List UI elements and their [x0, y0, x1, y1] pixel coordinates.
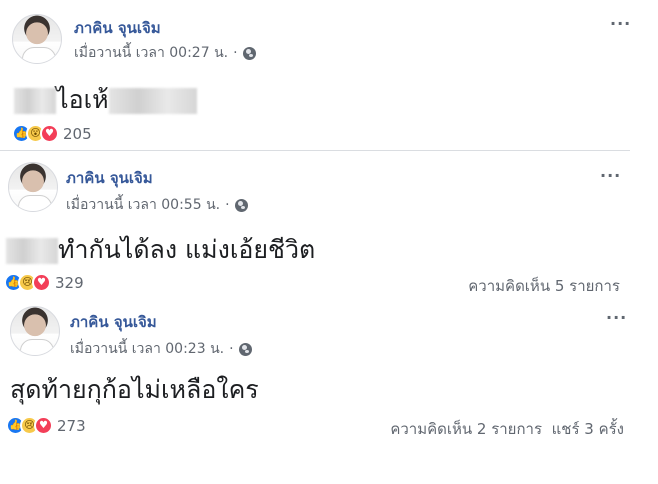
redacted-blur	[14, 88, 56, 114]
reaction-count[interactable]: 273	[57, 417, 86, 435]
reactions-bar[interactable]: 👍 😢 ♥ 329	[4, 273, 84, 292]
comment-count[interactable]: ความคิดเห็น 2 รายการ	[390, 420, 542, 438]
post-text-content: ทำกันได้ลง แม่งเอ้ยชีวิต	[58, 235, 316, 264]
love-reaction-icon: ♥	[32, 273, 51, 292]
author-avatar[interactable]	[8, 162, 58, 212]
meta-separator: ·	[225, 197, 230, 213]
timestamp[interactable]: เมื่อวานนี้ เวลา 00:23 น.	[70, 338, 224, 360]
reaction-count[interactable]: 205	[63, 125, 92, 143]
post-meta: เมื่อวานนี้ เวลา 00:23 น. ·	[70, 338, 252, 360]
author-name[interactable]: ภาคิน จุนเจิม	[66, 166, 153, 190]
author-name[interactable]: ภาคิน จุนเจิม	[70, 310, 157, 334]
post-text: ทำกันได้ลง แม่งเอ้ยชีวิต	[6, 230, 315, 270]
post-meta: เมื่อวานนี้ เวลา 00:55 น. ·	[66, 194, 248, 216]
post-meta: เมื่อวานนี้ เวลา 00:27 น. ·	[74, 42, 256, 64]
share-count[interactable]: แชร์ 3 ครั้ง	[552, 420, 624, 438]
reaction-count[interactable]: 329	[55, 274, 84, 292]
post-stats: ความคิดเห็น 2 รายการ แชร์ 3 ครั้ง	[360, 417, 624, 441]
author-avatar[interactable]	[10, 306, 60, 356]
post-divider	[0, 150, 630, 151]
reactions-bar[interactable]: 👍 😮 ♥ 205	[12, 124, 92, 143]
post-text-content: สุดท้ายกุก้อไม่เหลือใคร	[10, 375, 259, 404]
love-reaction-icon: ♥	[40, 124, 59, 143]
globe-icon[interactable]	[234, 198, 248, 212]
post-text-content: ไอเห้	[56, 85, 109, 114]
meta-separator: ·	[233, 45, 238, 61]
author-name[interactable]: ภาคิน จุนเจิม	[74, 16, 161, 40]
timestamp[interactable]: เมื่อวานนี้ เวลา 00:27 น.	[74, 42, 228, 64]
more-options-button[interactable]: ...	[600, 162, 621, 181]
author-avatar[interactable]	[12, 14, 62, 64]
redacted-blur	[6, 238, 58, 264]
post-text: ไอเห้	[14, 80, 197, 120]
more-options-button[interactable]: ...	[606, 304, 627, 323]
timestamp[interactable]: เมื่อวานนี้ เวลา 00:55 น.	[66, 194, 220, 216]
love-reaction-icon: ♥	[34, 416, 53, 435]
more-options-button[interactable]: ...	[610, 10, 631, 29]
globe-icon[interactable]	[238, 342, 252, 356]
comment-count[interactable]: ความคิดเห็น 5 รายการ	[420, 274, 620, 298]
globe-icon[interactable]	[242, 46, 256, 60]
redacted-blur	[108, 88, 197, 114]
reactions-bar[interactable]: 👍 😢 ♥ 273	[6, 416, 86, 435]
meta-separator: ·	[229, 341, 234, 357]
